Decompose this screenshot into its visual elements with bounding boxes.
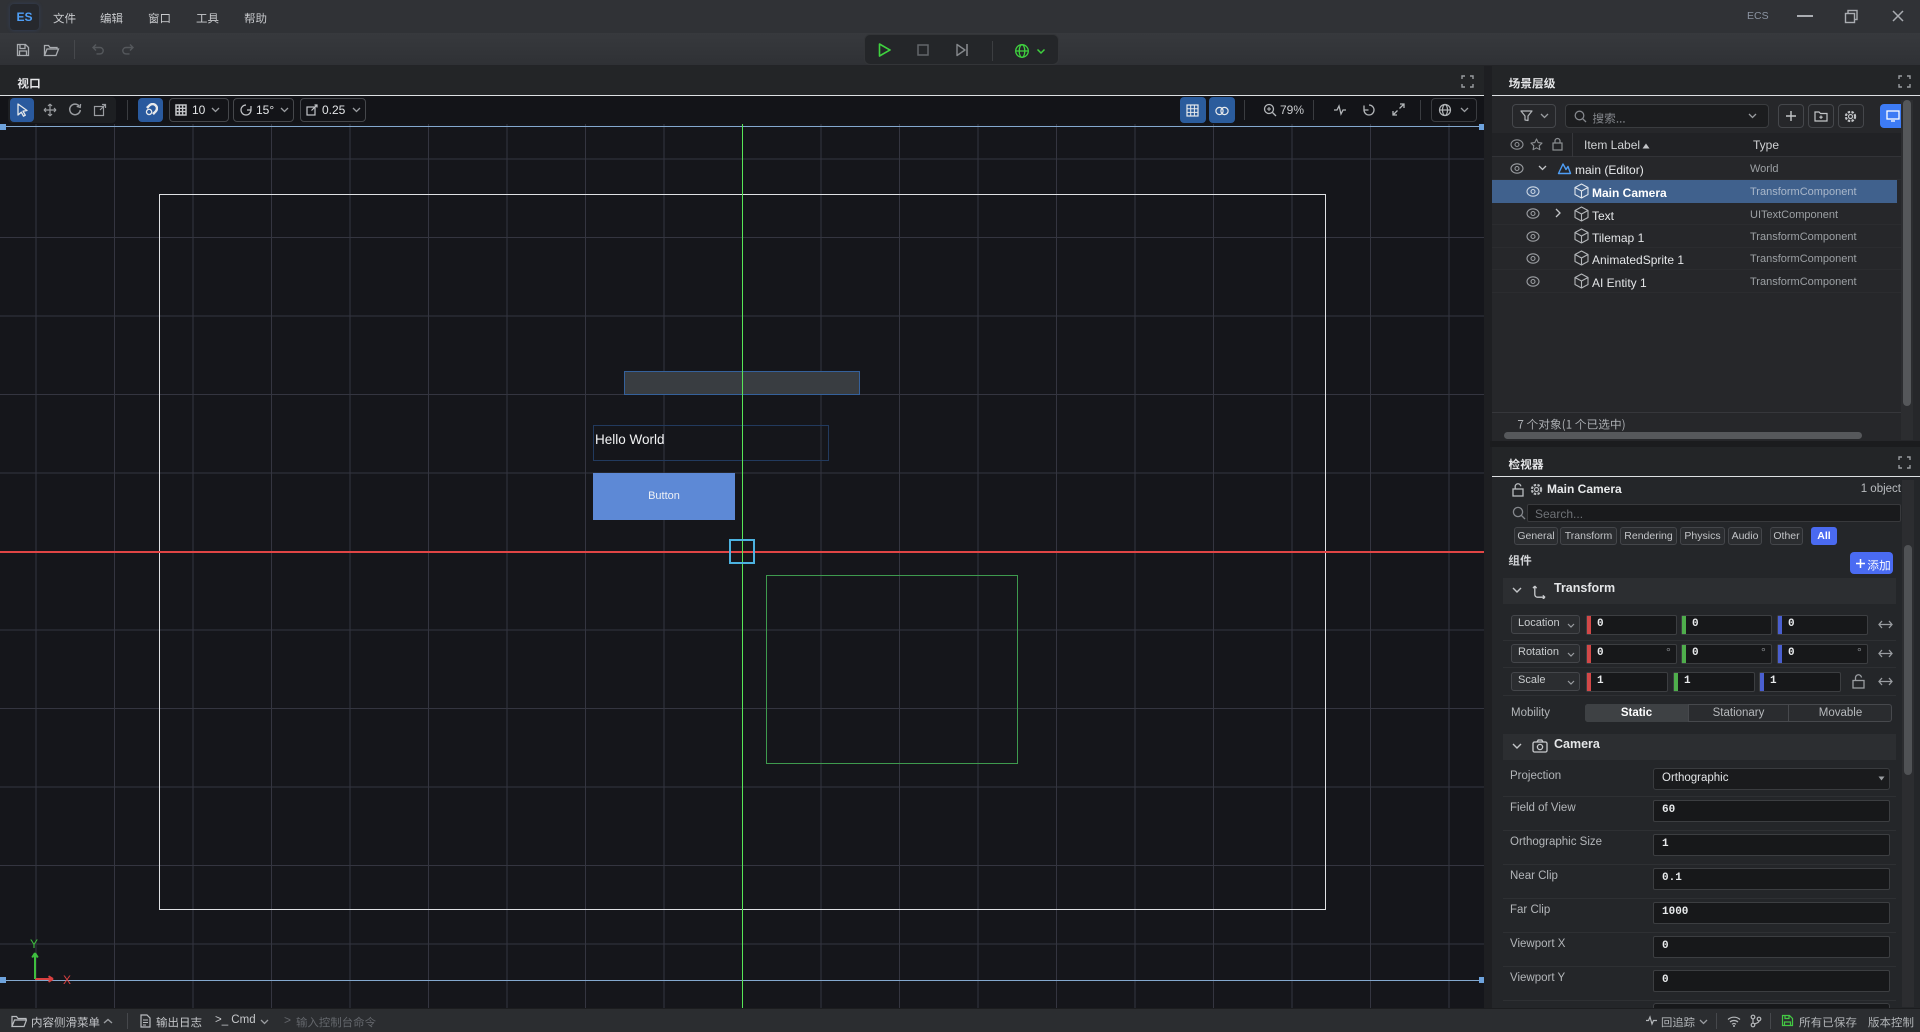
svg-text:X: X — [63, 973, 71, 987]
svg-text:Y: Y — [30, 937, 38, 951]
